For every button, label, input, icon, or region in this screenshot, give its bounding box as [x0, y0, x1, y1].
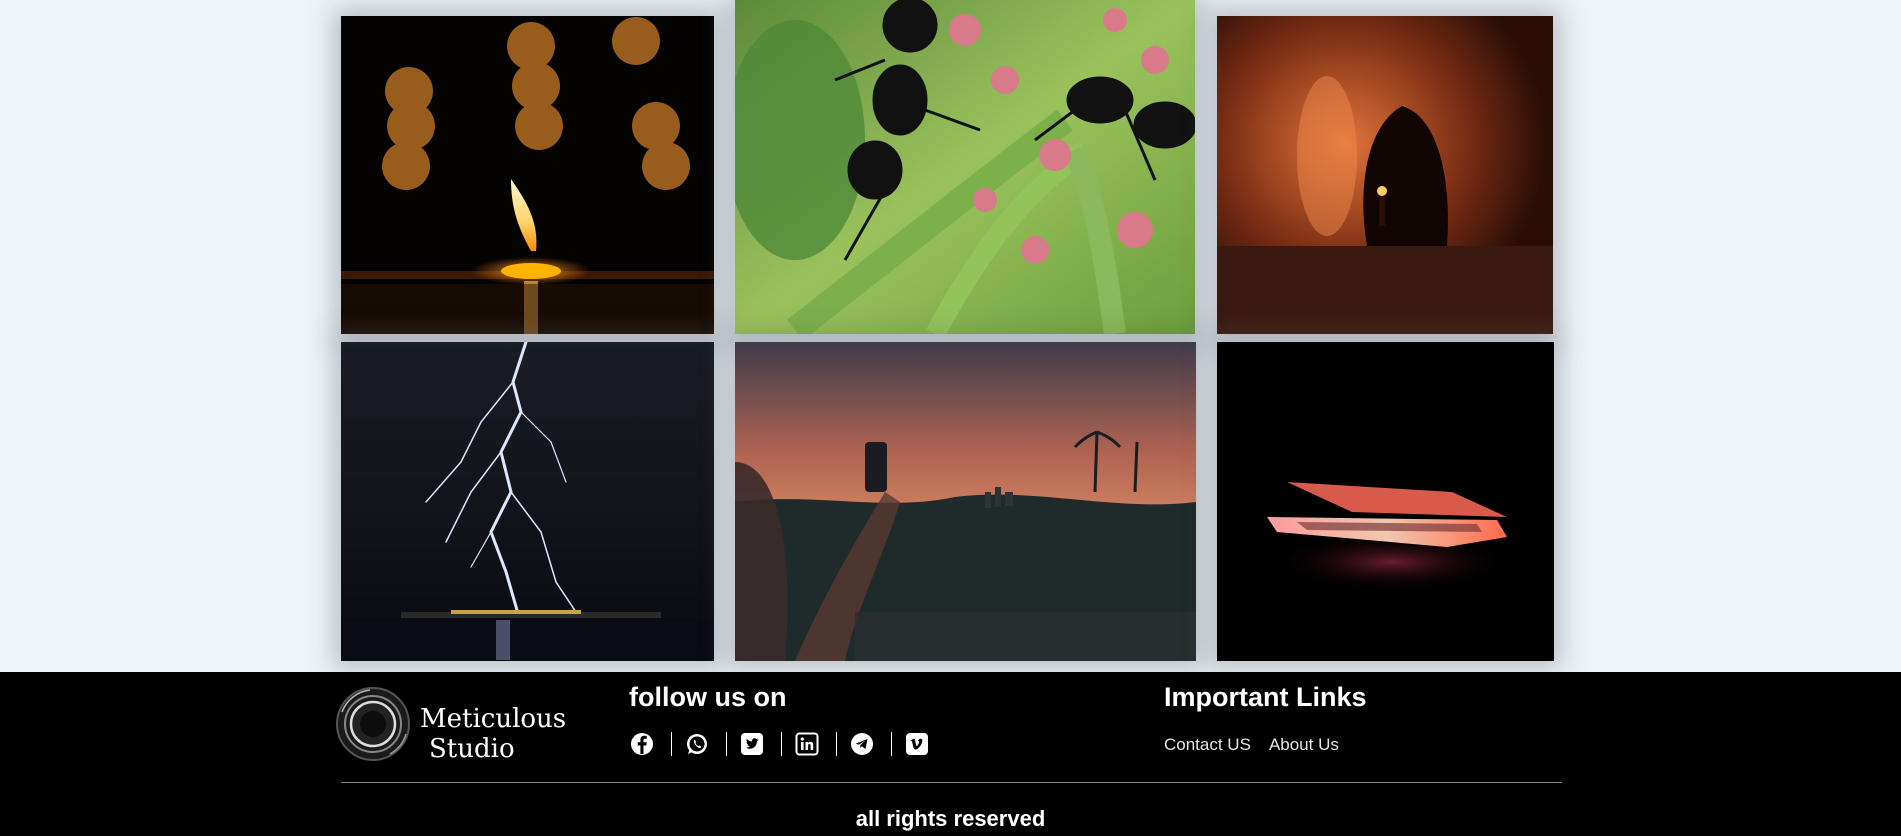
photo-sunset	[735, 342, 1196, 661]
photo-gallery	[0, 0, 1901, 672]
photo-candle	[341, 16, 714, 334]
social-separator	[836, 732, 837, 756]
linkedin-icon[interactable]	[794, 731, 820, 757]
twitter-icon[interactable]	[739, 731, 765, 757]
vimeo-icon[interactable]	[904, 731, 930, 757]
social-separator	[891, 732, 892, 756]
important-links-heading: Important Links	[1164, 682, 1367, 712]
about-us-link[interactable]: About Us	[1269, 735, 1339, 755]
social-separator	[726, 732, 727, 756]
contact-us-link[interactable]: Contact US	[1164, 735, 1251, 755]
whatsapp-icon[interactable]	[684, 731, 710, 757]
photo-cave	[1217, 16, 1553, 334]
site-footer: Meticulous Studio follow us on Important…	[0, 672, 1901, 836]
photo-lightning	[341, 342, 714, 661]
follow-heading: follow us on	[629, 682, 787, 712]
social-separator	[781, 732, 782, 756]
logo-text-line2: Studio	[429, 734, 515, 764]
photo-laptop	[1217, 342, 1554, 661]
facebook-icon[interactable]	[629, 731, 655, 757]
footer-divider	[341, 782, 1562, 783]
studio-logo[interactable]: Meticulous Studio	[330, 684, 566, 764]
copyright-text: all rights reserved	[855, 806, 1046, 831]
camera-lens-icon	[336, 687, 410, 761]
important-links: Contact US About Us	[1164, 735, 1339, 755]
social-links	[629, 731, 930, 757]
photo-ants	[735, 0, 1195, 334]
logo-text-line1: Meticulous	[420, 704, 567, 734]
social-separator	[671, 732, 672, 756]
telegram-icon[interactable]	[849, 731, 875, 757]
